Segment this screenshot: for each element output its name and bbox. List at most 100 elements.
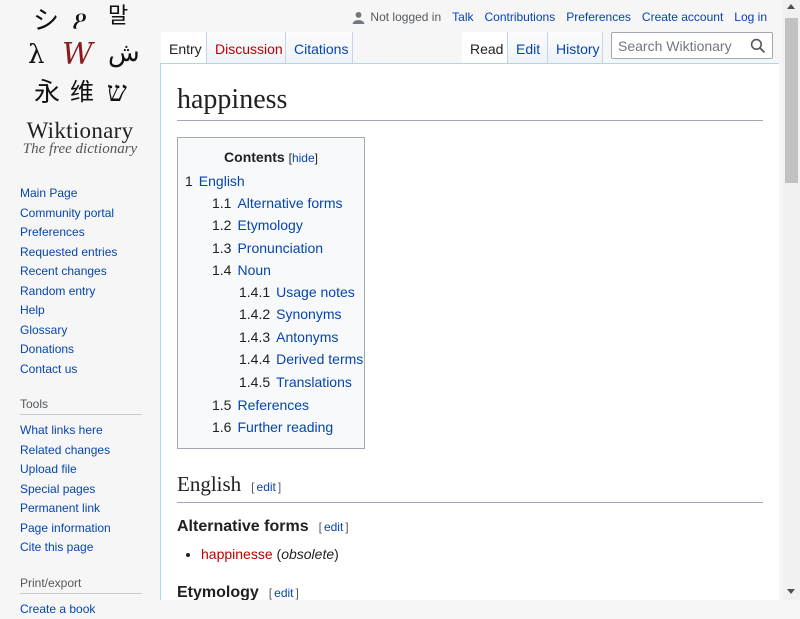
tools-portal: Tools What links here Related changes Up… [20,397,142,558]
toc-link[interactable]: Further reading [237,419,333,435]
toc-link[interactable]: Noun [237,262,270,278]
toc-link[interactable]: Derived terms [276,351,363,367]
sidebar-item-glossary[interactable]: Glossary [20,323,67,337]
toc-item[interactable]: 1.1Alternative forms [212,195,343,211]
alt-form-link[interactable]: happinesse [201,546,273,562]
edit-bracket: [ [251,480,254,494]
toc-item[interactable]: 1 English [185,173,245,189]
toc-item[interactable]: 1.4Noun [212,262,271,278]
logo-glyph: ش [108,40,140,66]
toc-link[interactable]: Translations [276,374,352,390]
scroll-up-icon[interactable] [787,4,795,9]
toc-link[interactable]: Pronunciation [237,240,323,256]
sidebar-item-create-book[interactable]: Create a book [20,602,95,616]
sidebar-item-community-portal[interactable]: Community portal [20,206,114,220]
toc-header: Contents [hide] [178,149,364,165]
alternative-forms-list: happinesse (obsolete) [187,544,339,564]
sidebar-item-help[interactable]: Help [20,303,45,317]
not-logged-in-label: Not logged in [370,10,441,24]
logo-glyph: 말 [108,6,128,28]
logo-glyph: 永 [34,80,60,106]
toc-item[interactable]: 1.4.2 Synonyms [239,306,342,322]
tab-read[interactable]: Read [462,32,508,63]
toc-link[interactable]: Etymology [237,217,302,233]
toc-number: 1.4.3 [239,329,270,345]
alt-form-note: obsolete [281,546,334,562]
sidebar-item-upload-file[interactable]: Upload file [20,462,77,476]
scroll-down-icon[interactable] [787,589,795,594]
toc-link[interactable]: Synonyms [276,306,341,322]
toc-link[interactable]: Alternative forms [237,195,342,211]
sidebar-item-contact-us[interactable]: Contact us [20,362,77,376]
personal-tools: Not logged in Talk Contributions Prefere… [352,10,767,24]
toc-item[interactable]: 1.4.4Derived terms [239,351,363,367]
print-heading: Print/export [20,576,142,594]
sidebar-item-main-page[interactable]: Main Page [20,186,77,200]
edit-section-link[interactable]: edit [274,586,293,600]
logo-glyph: シ [33,8,59,34]
toc-link[interactable]: Antonyms [276,329,338,345]
section-title: English [177,472,241,496]
section-heading-etymology: Etymology[edit] [177,581,299,600]
edit-bracket: ] [278,480,281,494]
toc-number: 1 [185,173,193,189]
search-input[interactable] [612,33,746,58]
section-heading-english: English [edit] [177,469,763,503]
preferences-link[interactable]: Preferences [566,10,631,24]
edit-section-link[interactable]: edit [257,480,276,494]
sidebar-item-random-entry[interactable]: Random entry [20,284,95,298]
scrollbar[interactable] [783,0,800,600]
sidebar-item-cite-this-page[interactable]: Cite this page [20,540,93,554]
create-account-link[interactable]: Create account [642,10,723,24]
toc-number: 1.4.1 [239,284,270,300]
logo-tagline: The free dictionary [0,141,160,158]
talk-link[interactable]: Talk [452,10,473,24]
toc-link[interactable]: Usage notes [276,284,355,300]
tab-edit[interactable]: Edit [508,32,548,63]
tools-heading: Tools [20,397,142,415]
toc-item[interactable]: 1.4.5 Translations [239,374,352,390]
section-title: Alternative forms [177,518,309,535]
sidebar-item-permanent-link[interactable]: Permanent link [20,501,100,515]
logo-glyph: λ [28,42,44,68]
main-content: happiness Contents [hide] 1English 1.1Al… [160,63,779,600]
print-portal: Print/export Create a book [20,576,142,619]
toc-link[interactable]: References [237,397,309,413]
site-logo[interactable]: シ ዖ 말 λ W ش 永 维 ש Wiktionary The free di… [0,0,160,165]
toc-item[interactable]: 1.3Pronunciation [212,240,323,256]
sidebar-item-preferences[interactable]: Preferences [20,225,85,239]
toc-item[interactable]: 1.4.1 Usage notes [239,284,355,300]
paren: ) [334,546,339,562]
navigation-portal: Main Page Community portal Preferences R… [20,184,142,379]
not-logged-in: Not logged in [352,10,441,24]
search-icon[interactable] [750,38,766,54]
login-link[interactable]: Log in [734,10,767,24]
sidebar: Main Page Community portal Preferences R… [0,180,160,619]
toc-item[interactable]: 1.5References [212,397,309,413]
sidebar-item-related-changes[interactable]: Related changes [20,443,110,457]
toc-hide-toggle[interactable]: hide [292,151,315,165]
tab-entry[interactable]: Entry [161,32,207,63]
toc-item[interactable]: 1.2Etymology [212,217,303,233]
sidebar-item-page-information[interactable]: Page information [20,521,111,535]
sidebar-item-special-pages[interactable]: Special pages [20,482,95,496]
toc-number: 1.4.2 [239,306,270,322]
sidebar-item-requested-entries[interactable]: Requested entries [20,245,117,259]
toc-item[interactable]: 1.6 Further reading [212,419,333,435]
tab-discussion[interactable]: Discussion [207,32,286,63]
edit-bracket: ] [296,586,299,600]
toc-number: 1.4.5 [239,374,270,390]
tab-history[interactable]: History [548,32,603,63]
toc-item[interactable]: 1.4.3 Antonyms [239,329,338,345]
sidebar-item-donations[interactable]: Donations [20,342,74,356]
edit-section-link[interactable]: edit [324,520,343,534]
scrollbar-thumb[interactable] [785,18,798,183]
contributions-link[interactable]: Contributions [484,10,555,24]
logo-glyph: ዖ [72,8,87,34]
tab-citations[interactable]: Citations [286,32,353,63]
toc-link[interactable]: English [199,173,245,189]
list-item: happinesse (obsolete) [201,544,339,564]
sidebar-item-what-links-here[interactable]: What links here [20,423,103,437]
sidebar-item-recent-changes[interactable]: Recent changes [20,264,107,278]
toc-number: 1.6 [212,419,231,435]
